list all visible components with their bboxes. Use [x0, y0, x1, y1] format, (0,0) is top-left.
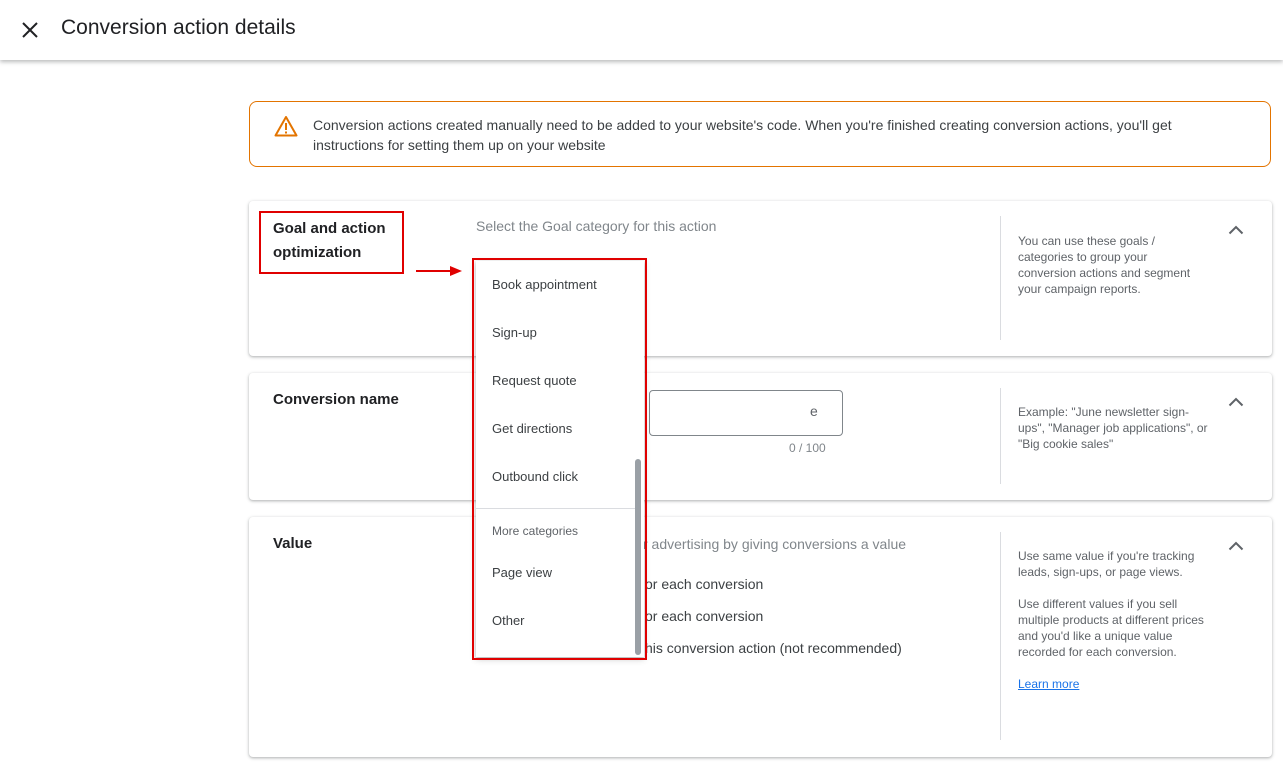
goal-prompt: Select the Goal category for this action: [476, 218, 717, 234]
annotation-highlight-title: [259, 211, 404, 274]
warning-notice: Conversion actions created manually need…: [249, 101, 1271, 167]
chevron-up-icon[interactable]: [1228, 397, 1244, 407]
goal-category-dropdown[interactable]: Book appointment Sign-up Request quote G…: [476, 261, 644, 657]
dropdown-divider: [476, 508, 636, 509]
collapse-goal-button[interactable]: [1224, 218, 1248, 242]
value-help-para1: Use same value if you're tracking leads,…: [1018, 549, 1195, 579]
annotation-arrow-icon: [416, 266, 462, 276]
app-bar: Conversion action details: [0, 0, 1283, 60]
dropdown-item-page-view[interactable]: Page view: [492, 549, 632, 597]
dropdown-item-request-quote[interactable]: Request quote: [492, 357, 632, 405]
chevron-up-icon[interactable]: [1228, 541, 1244, 551]
warning-icon: [274, 116, 298, 137]
card-divider: [1000, 216, 1001, 340]
close-icon[interactable]: [21, 21, 39, 39]
value-card: Value r advertising by giving conversion…: [249, 517, 1272, 757]
value-option-none[interactable]: his conversion action (not recommended): [645, 640, 902, 656]
dropdown-item-other[interactable]: Other: [492, 597, 632, 645]
conversion-name-help: Example: "June newsletter sign-ups", "Ma…: [1018, 405, 1208, 451]
card-divider: [1000, 532, 1001, 740]
dropdown-item-book-appointment[interactable]: Book appointment: [492, 261, 632, 309]
dropdown-scrollbar[interactable]: [635, 459, 641, 655]
dropdown-section-heading: More categories: [492, 524, 579, 538]
collapse-value-button[interactable]: [1224, 534, 1248, 558]
conversion-name-title: Conversion name: [273, 391, 399, 408]
goal-help-text: You can use these goals / categories to …: [1018, 234, 1191, 296]
value-help-para2: Use different values if you sell multipl…: [1018, 597, 1204, 659]
page-title: Conversion action details: [61, 16, 296, 39]
value-help-text: Use same value if you're tracking leads,…: [1018, 548, 1208, 692]
close-button[interactable]: [14, 14, 46, 46]
conversion-name-card: Conversion name e 0 / 100 Example: "June…: [249, 373, 1272, 500]
learn-more-link[interactable]: Learn more: [1018, 676, 1208, 692]
character-counter: 0 / 100: [789, 441, 826, 455]
value-option-same[interactable]: or each conversion: [645, 576, 763, 592]
notice-text: Conversion actions created manually need…: [313, 117, 1172, 153]
chevron-up-icon[interactable]: [1228, 225, 1244, 235]
conversion-name-input[interactable]: e: [649, 390, 843, 436]
value-prompt: r advertising by giving conversions a va…: [643, 536, 907, 552]
dropdown-item-outbound-click[interactable]: Outbound click: [492, 453, 632, 501]
card-divider: [1000, 388, 1001, 484]
value-title: Value: [273, 535, 313, 552]
dropdown-item-get-directions[interactable]: Get directions: [492, 405, 632, 453]
value-option-different[interactable]: or each conversion: [645, 608, 763, 624]
dropdown-item-sign-up[interactable]: Sign-up: [492, 309, 632, 357]
collapse-name-button[interactable]: [1224, 390, 1248, 414]
